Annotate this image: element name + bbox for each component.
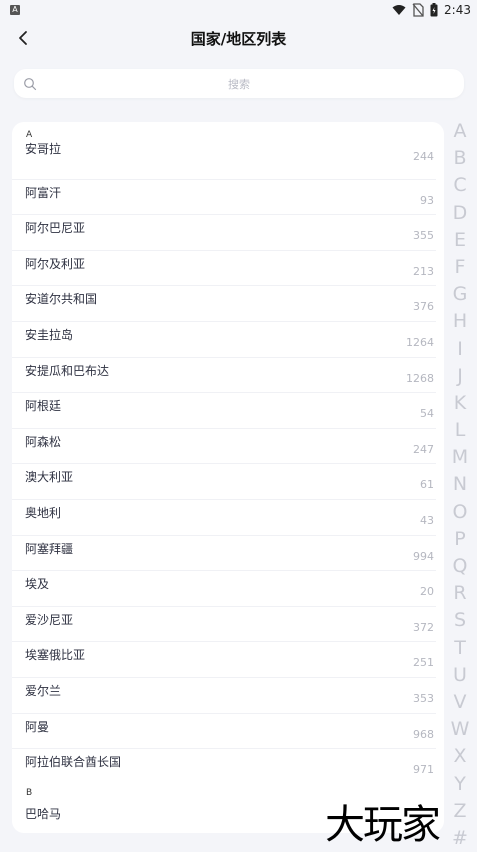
- index-letter-f[interactable]: F: [446, 254, 474, 281]
- index-letter-a[interactable]: A: [446, 118, 474, 145]
- list-item[interactable]: 澳大利亚 61: [12, 464, 436, 500]
- list-item[interactable]: 阿曼 968: [12, 714, 436, 750]
- index-letter-t[interactable]: T: [446, 635, 474, 662]
- index-letter-u[interactable]: U: [446, 662, 474, 689]
- list-item[interactable]: 爱沙尼亚 372: [12, 607, 436, 643]
- country-name: 阿尔巴尼亚: [25, 221, 86, 236]
- list-item[interactable]: 阿森松 247: [12, 429, 436, 465]
- country-name: 埃及: [25, 577, 50, 592]
- index-letter-m[interactable]: M: [446, 444, 474, 471]
- index-letter-e[interactable]: E: [446, 227, 474, 254]
- list-item[interactable]: 安道尔共和国 376: [12, 286, 436, 322]
- index-letter-g[interactable]: G: [446, 281, 474, 308]
- index-letter-k[interactable]: K: [446, 390, 474, 417]
- country-name: 安圭拉岛: [25, 327, 74, 342]
- watermark-logo: 大玩家: [325, 802, 441, 848]
- index-letter-q[interactable]: Q: [446, 553, 474, 580]
- country-code: 43: [420, 513, 434, 527]
- index-letter-n[interactable]: N: [446, 471, 474, 498]
- country-name: 爱沙尼亚: [25, 612, 74, 627]
- country-code: 244: [413, 150, 434, 163]
- index-letter-s[interactable]: S: [446, 607, 474, 634]
- status-bar: A 2:43: [0, 0, 477, 22]
- country-name: 奥地利: [25, 505, 62, 520]
- index-letter-x[interactable]: X: [446, 743, 474, 770]
- country-code: 355: [413, 229, 434, 243]
- country-name: 阿曼: [25, 719, 50, 734]
- list-item[interactable]: 阿拉伯联合酋长国 971: [12, 749, 436, 785]
- country-name: 巴哈马: [25, 806, 62, 821]
- list-item[interactable]: 奥地利 43: [12, 500, 436, 536]
- index-letter-h[interactable]: H: [446, 308, 474, 335]
- country-code: 54: [420, 407, 434, 421]
- index-letter-v[interactable]: V: [446, 689, 474, 716]
- list-item[interactable]: 安哥拉 244: [12, 142, 436, 180]
- list-item[interactable]: 安提瓜和巴布达 1268: [12, 358, 436, 394]
- index-letter-i[interactable]: I: [446, 336, 474, 363]
- index-letter-l[interactable]: L: [446, 417, 474, 444]
- country-name: 安道尔共和国: [25, 292, 98, 307]
- country-name: 阿富汗: [25, 185, 62, 200]
- country-code: 61: [420, 478, 434, 492]
- wifi-icon: [392, 5, 406, 15]
- index-letter-hash[interactable]: #: [446, 825, 474, 852]
- index-letter-z[interactable]: Z: [446, 798, 474, 825]
- clock: 2:43: [444, 3, 471, 17]
- country-code: 971: [413, 763, 434, 777]
- index-letter-p[interactable]: P: [446, 526, 474, 553]
- index-letter-c[interactable]: C: [446, 172, 474, 199]
- alphabet-index-bar[interactable]: A B C D E F G H I J K L M N O P Q R S T U V W X Y Z #: [446, 118, 474, 851]
- country-name: 阿森松: [25, 434, 62, 449]
- index-letter-r[interactable]: R: [446, 580, 474, 607]
- index-letter-j[interactable]: J: [446, 363, 474, 390]
- top-bar: 国家/地区列表: [0, 22, 477, 58]
- country-code: 968: [413, 727, 434, 741]
- country-code: 372: [413, 620, 434, 634]
- list-item[interactable]: 阿尔及利亚 213: [12, 251, 436, 287]
- list-item[interactable]: 爱尔兰 353: [12, 678, 436, 714]
- search-placeholder: 搜索: [228, 78, 250, 91]
- list-item[interactable]: 阿尔巴尼亚 355: [12, 215, 436, 251]
- country-code: 20: [420, 585, 434, 599]
- index-letter-b[interactable]: B: [446, 145, 474, 172]
- country-code: 1268: [406, 371, 434, 385]
- index-letter-o[interactable]: O: [446, 499, 474, 526]
- status-icons: 2:43: [392, 3, 471, 17]
- country-code: 251: [413, 656, 434, 670]
- country-name: 澳大利亚: [25, 470, 74, 485]
- country-name: 安提瓜和巴布达: [25, 363, 110, 378]
- country-code: 213: [413, 264, 434, 278]
- list-item[interactable]: 安圭拉岛 1264: [12, 322, 436, 358]
- search-input[interactable]: 搜索: [14, 69, 464, 98]
- country-code: 353: [413, 691, 434, 705]
- country-name: 阿根廷: [25, 399, 62, 414]
- country-code: 994: [413, 549, 434, 563]
- country-name: 阿塞拜疆: [25, 541, 74, 556]
- index-letter-d[interactable]: D: [446, 200, 474, 227]
- country-code: 376: [413, 300, 434, 314]
- country-code: 93: [420, 193, 434, 207]
- index-letter-y[interactable]: Y: [446, 771, 474, 798]
- index-letter-w[interactable]: W: [446, 716, 474, 743]
- list-item[interactable]: 阿塞拜疆 994: [12, 536, 436, 572]
- country-name: 安哥拉: [25, 142, 62, 156]
- list-item[interactable]: 阿根廷 54: [12, 393, 436, 429]
- no-sim-icon: [412, 3, 424, 17]
- country-code: 247: [413, 442, 434, 456]
- country-name: 爱尔兰: [25, 683, 62, 698]
- page-title: 国家/地区列表: [190, 30, 287, 48]
- section-header-a: A: [26, 130, 33, 140]
- country-list[interactable]: A 安哥拉 244 阿富汗 93 阿尔巴尼亚 355 阿尔及利亚 213 安道尔共和国 3…: [12, 122, 444, 833]
- country-name: 阿尔及利亚: [25, 256, 86, 271]
- country-name: 阿拉伯联合酋长国: [25, 755, 122, 770]
- app-notification-icon: A: [10, 5, 20, 15]
- list-item[interactable]: 埃塞俄比亚 251: [12, 642, 436, 678]
- country-code: 1264: [406, 335, 434, 349]
- list-item[interactable]: 埃及 20: [12, 571, 436, 607]
- list-item[interactable]: 阿富汗 93: [12, 180, 436, 216]
- country-name: 埃塞俄比亚: [25, 648, 86, 663]
- battery-icon: [430, 3, 438, 17]
